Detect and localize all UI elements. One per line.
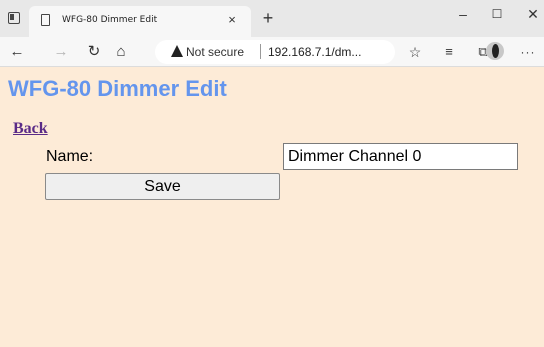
profile-avatar[interactable] <box>486 42 504 60</box>
reload-icon[interactable]: ↻ <box>85 43 103 61</box>
back-arrow-icon[interactable]: ← <box>8 43 26 61</box>
favorites-list-icon[interactable]: ≡ <box>440 43 458 61</box>
close-window-button[interactable]: ✕ <box>518 4 544 24</box>
home-icon[interactable]: ⌂ <box>112 43 130 61</box>
page-icon <box>41 14 50 26</box>
back-link[interactable]: Back <box>13 120 48 138</box>
page-content: WFG-80 Dimmer Edit Back Name: Save <box>0 67 544 347</box>
maximize-window-button[interactable]: ☐ <box>482 4 512 24</box>
address-separator <box>260 44 261 59</box>
url-text[interactable]: 192.168.7.1/dm... <box>268 45 361 59</box>
save-button[interactable]: Save <box>45 173 280 200</box>
name-input[interactable] <box>283 143 518 170</box>
tab-actions-icon[interactable] <box>8 12 20 24</box>
close-tab-icon[interactable]: × <box>224 12 240 28</box>
forward-arrow-icon[interactable]: → <box>52 43 70 61</box>
minimize-window-button[interactable]: – <box>448 4 478 24</box>
browser-tab-bar: WFG-80 Dimmer Edit × + – ☐ ✕ <box>0 0 544 37</box>
security-status[interactable]: Not secure <box>186 45 244 59</box>
favorite-star-icon[interactable]: ☆ <box>406 43 424 61</box>
warning-icon[interactable] <box>171 45 183 57</box>
address-bar[interactable]: Not secure 192.168.7.1/dm... <box>155 40 395 64</box>
more-menu-icon[interactable]: ··· <box>519 43 537 61</box>
browser-toolbar: ← → ↻ ⌂ Not secure 192.168.7.1/dm... ☆ ≡… <box>0 37 544 67</box>
browser-tab[interactable]: WFG-80 Dimmer Edit × <box>29 6 251 37</box>
name-label: Name: <box>46 148 94 165</box>
new-tab-icon[interactable]: + <box>259 9 277 27</box>
tab-title: WFG-80 Dimmer Edit <box>62 15 158 25</box>
page-title: WFG-80 Dimmer Edit <box>8 76 227 101</box>
